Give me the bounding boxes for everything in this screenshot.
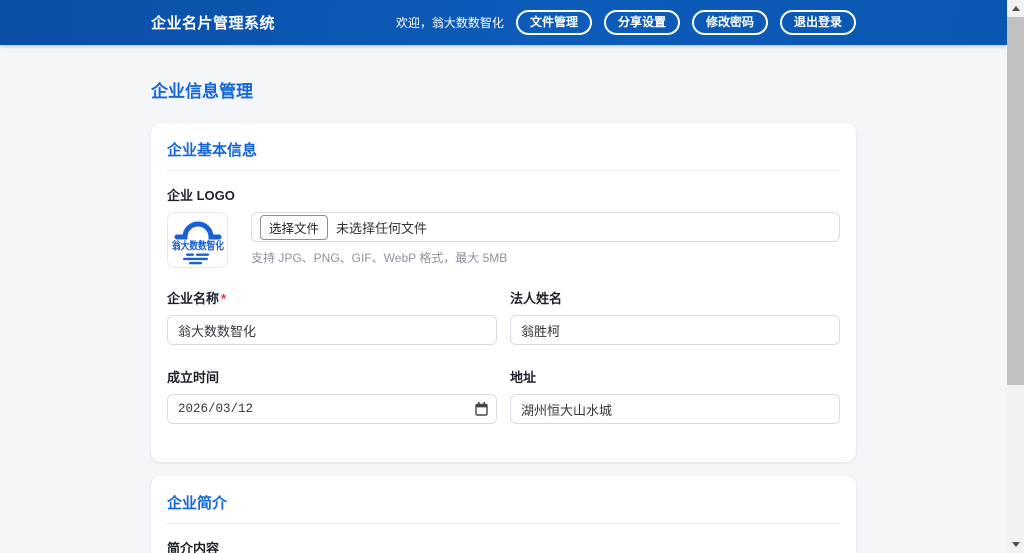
company-name-label: 企业名称 * (167, 288, 497, 307)
legal-person-label: 法人姓名 (510, 291, 563, 306)
app-title: 企业名片管理系统 (151, 15, 276, 32)
required-asterisk: * (221, 291, 227, 306)
main-content: 企业信息管理 企业基本信息 企业 LOGO 翁大数数智化 (151, 45, 856, 553)
company-name-field-group: 企业名称 * (167, 288, 497, 345)
scroll-down-button[interactable] (1007, 536, 1024, 553)
basic-info-card: 企业基本信息 企业 LOGO 翁大数数智化 (151, 123, 856, 462)
founded-date-wrapper (167, 394, 497, 424)
company-name-label-text: 企业名称 (167, 291, 220, 306)
logo-cloud-icon: 翁大数数智化 (171, 221, 224, 265)
scroll-up-icon (1011, 6, 1020, 11)
legal-person-field-group: 法人姓名 (510, 288, 840, 345)
file-management-button[interactable]: 文件管理 (515, 9, 592, 36)
scroll-up-button[interactable] (1007, 0, 1024, 17)
file-format-hint: 支持 JPG、PNG、GIF、WebP 格式，最大 5MB (251, 251, 508, 265)
basic-fields-grid: 企业名称* 法人姓名 成立时间 (167, 288, 840, 424)
logo-file-input[interactable]: 选择文件 未选择任何文件 (251, 212, 840, 242)
share-settings-button[interactable]: 分享设置 (603, 9, 680, 36)
intro-content-label: 简介内容 (167, 541, 220, 553)
section-divider (167, 170, 840, 171)
svg-text:翁大数数智化: 翁大数数智化 (171, 239, 224, 252)
calendar-icon[interactable] (475, 402, 488, 416)
welcome-text: 欢迎，翁大数数智化 (395, 16, 504, 30)
logout-button[interactable]: 退出登录 (779, 9, 856, 36)
legal-person-input[interactable] (510, 315, 840, 345)
change-password-button[interactable]: 修改密码 (691, 9, 768, 36)
founded-date-field-group: 成立时间 (167, 367, 497, 424)
company-logo: 翁大数数智化 (167, 212, 228, 268)
page-viewport: 企业名片管理系统 欢迎，翁大数数智化 文件管理 分享设置 修改密码 退出登录 企… (0, 0, 1007, 553)
founded-date-input[interactable] (167, 394, 497, 424)
address-label: 地址 (510, 370, 537, 385)
scroll-down-icon (1011, 542, 1020, 547)
navbar-actions: 欢迎，翁大数数智化 文件管理 分享设置 修改密码 退出登录 (395, 9, 856, 36)
company-name-input[interactable] (167, 315, 497, 345)
page-title: 企业信息管理 (151, 82, 253, 101)
logo-upload-row: 翁大数数智化 选择文件 未选择任何文件 支持 JPG、PN (167, 212, 840, 268)
company-intro-title: 企业简介 (167, 495, 228, 512)
choose-file-button[interactable]: 选择文件 (260, 214, 329, 240)
basic-info-title: 企业基本信息 (167, 142, 258, 159)
section-divider (167, 523, 840, 524)
top-navbar: 企业名片管理系统 欢迎，翁大数数智化 文件管理 分享设置 修改密码 退出登录 (0, 0, 1007, 45)
logo-field-label: 企业 LOGO (167, 188, 235, 203)
address-input[interactable] (510, 394, 840, 424)
founded-date-label: 成立时间 (167, 370, 220, 385)
company-intro-card: 企业简介 简介内容 个人开发者,官网www.521000.top (151, 476, 856, 553)
scrollbar-thumb[interactable] (1007, 17, 1024, 385)
vertical-scrollbar[interactable] (1007, 0, 1024, 553)
logo-file-column: 选择文件 未选择任何文件 支持 JPG、PNG、GIF、WebP 格式，最大 5… (251, 212, 840, 266)
address-field-group: 地址 (510, 367, 840, 424)
file-status-text: 未选择任何文件 (336, 220, 428, 236)
navbar-container: 企业名片管理系统 欢迎，翁大数数智化 文件管理 分享设置 修改密码 退出登录 (151, 9, 856, 36)
